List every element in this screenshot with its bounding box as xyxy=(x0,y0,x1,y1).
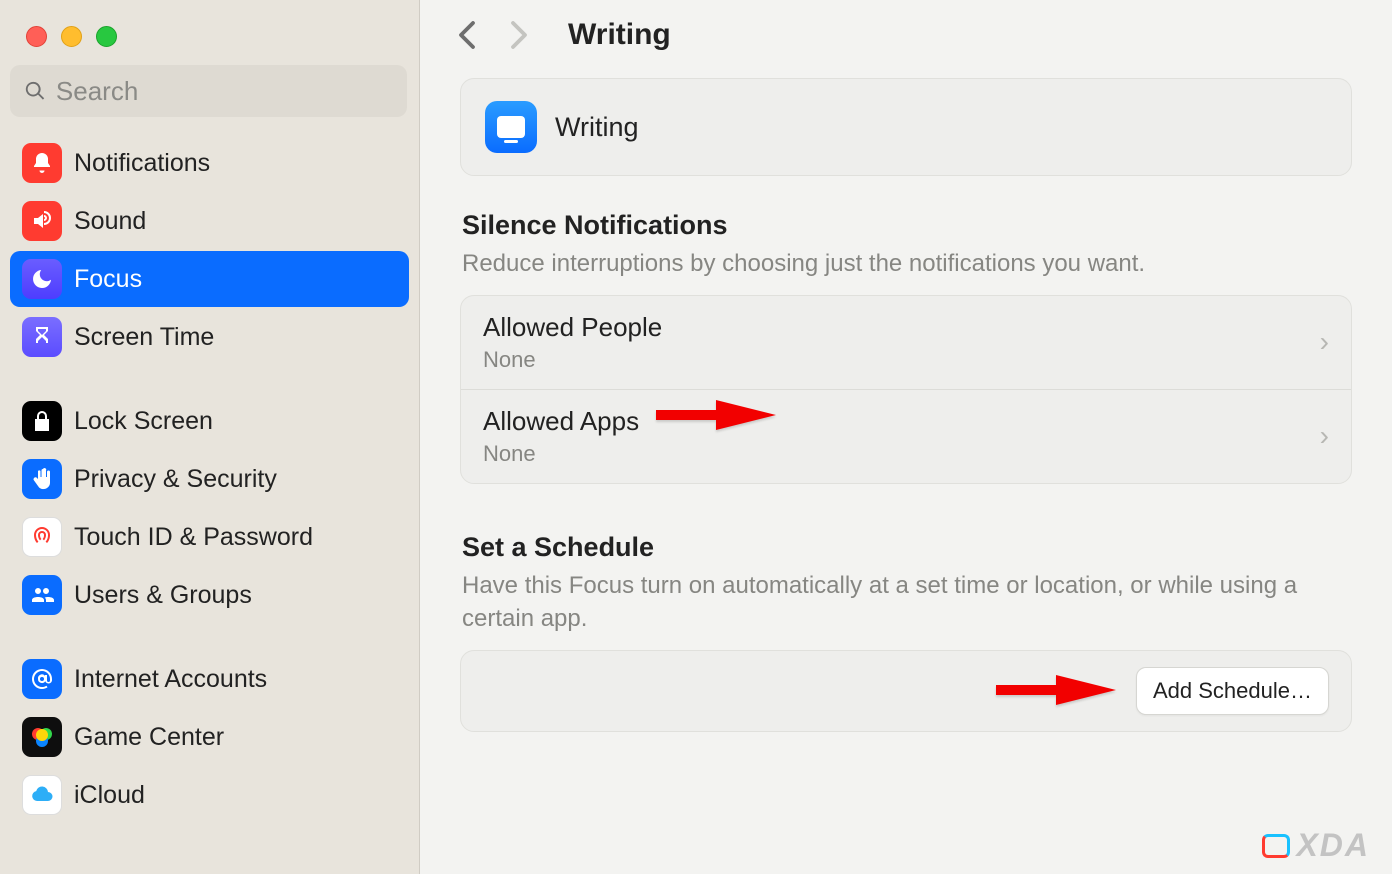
add-schedule-button[interactable]: Add Schedule… xyxy=(1136,667,1329,715)
game-center-icon xyxy=(22,717,62,757)
sidebar-item-game-center[interactable]: Game Center xyxy=(10,709,409,765)
sidebar-item-lock-screen[interactable]: Lock Screen xyxy=(10,393,409,449)
chevron-left-icon xyxy=(457,20,477,50)
section-subtitle: Reduce interruptions by choosing just th… xyxy=(462,247,1350,281)
search-field[interactable] xyxy=(56,76,393,107)
allowed-people-row[interactable]: Allowed People None › xyxy=(461,296,1351,390)
sidebar: Notifications Sound Focus Screen Time Lo… xyxy=(0,0,420,874)
header: Writing xyxy=(440,0,1372,72)
focus-title-panel: Writing xyxy=(460,78,1352,176)
page-title: Writing xyxy=(568,18,671,52)
sidebar-item-screen-time[interactable]: Screen Time xyxy=(10,309,409,365)
section-silence-header: Silence Notifications Reduce interruptio… xyxy=(440,210,1372,281)
hourglass-icon xyxy=(22,317,62,357)
sidebar-item-label: Touch ID & Password xyxy=(74,523,313,552)
section-schedule-header: Set a Schedule Have this Focus turn on a… xyxy=(440,532,1372,636)
moon-icon xyxy=(22,259,62,299)
close-icon[interactable] xyxy=(26,26,47,47)
sidebar-item-focus[interactable]: Focus xyxy=(10,251,409,307)
lock-icon xyxy=(22,401,62,441)
bell-icon xyxy=(22,143,62,183)
sidebar-item-label: Privacy & Security xyxy=(74,465,277,494)
sidebar-item-sound[interactable]: Sound xyxy=(10,193,409,249)
search-icon xyxy=(24,79,46,103)
sidebar-item-label: iCloud xyxy=(74,781,145,810)
sidebar-item-label: Sound xyxy=(74,207,146,236)
watermark-text: XDA xyxy=(1296,827,1370,864)
hand-icon xyxy=(22,459,62,499)
annotation-arrow-icon xyxy=(656,394,776,441)
fullscreen-icon[interactable] xyxy=(96,26,117,47)
window-controls xyxy=(0,12,419,65)
sidebar-item-internet[interactable]: Internet Accounts xyxy=(10,651,409,707)
sidebar-item-label: Users & Groups xyxy=(74,581,252,610)
row-value: None xyxy=(483,347,662,373)
row-value: None xyxy=(483,441,639,467)
back-button[interactable] xyxy=(452,20,482,50)
chevron-right-icon xyxy=(509,20,529,50)
allowed-apps-row[interactable]: Allowed Apps None › xyxy=(461,390,1351,483)
sidebar-item-label: Screen Time xyxy=(74,323,214,352)
row-title: Allowed Apps xyxy=(483,406,639,437)
sidebar-item-touchid[interactable]: Touch ID & Password xyxy=(10,509,409,565)
sidebar-item-users[interactable]: Users & Groups xyxy=(10,567,409,623)
section-subtitle: Have this Focus turn on automatically at… xyxy=(462,569,1350,636)
logo-icon xyxy=(1262,834,1290,858)
section-title: Silence Notifications xyxy=(462,210,1350,241)
display-icon xyxy=(485,101,537,153)
cloud-icon xyxy=(22,775,62,815)
watermark: XDA xyxy=(1262,827,1370,864)
sidebar-item-label: Notifications xyxy=(74,149,210,178)
speaker-icon xyxy=(22,201,62,241)
focus-name: Writing xyxy=(555,112,639,143)
main-content: Writing Writing Silence Notifications Re… xyxy=(420,0,1392,874)
sidebar-item-label: Game Center xyxy=(74,723,224,752)
row-title: Allowed People xyxy=(483,312,662,343)
silence-list: Allowed People None › Allowed Apps None … xyxy=(460,295,1352,484)
sidebar-item-notifications[interactable]: Notifications xyxy=(10,135,409,191)
sidebar-item-privacy[interactable]: Privacy & Security xyxy=(10,451,409,507)
sidebar-item-label: Focus xyxy=(74,265,142,294)
sidebar-item-label: Internet Accounts xyxy=(74,665,267,694)
minimize-icon[interactable] xyxy=(61,26,82,47)
users-icon xyxy=(22,575,62,615)
sidebar-item-label: Lock Screen xyxy=(74,407,213,436)
at-icon xyxy=(22,659,62,699)
forward-button[interactable] xyxy=(504,20,534,50)
fingerprint-icon xyxy=(22,517,62,557)
sidebar-list: Notifications Sound Focus Screen Time Lo… xyxy=(0,135,419,825)
search-input[interactable] xyxy=(10,65,407,117)
chevron-right-icon: › xyxy=(1320,420,1329,452)
section-title: Set a Schedule xyxy=(462,532,1350,563)
schedule-panel: Add Schedule… xyxy=(460,650,1352,732)
sidebar-item-icloud[interactable]: iCloud xyxy=(10,767,409,823)
chevron-right-icon: › xyxy=(1320,326,1329,358)
annotation-arrow-icon xyxy=(996,669,1116,716)
